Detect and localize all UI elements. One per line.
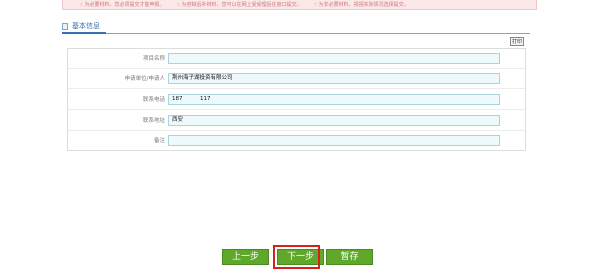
form-row-phone: 联系电话 187 117 [68,90,525,110]
project-name-label: 项目名称 [142,56,165,62]
star-icon: ☆ [176,2,181,8]
notice-item: ☆为容缺后补材料，您可以在网上受受理后在窗口提交。 [176,2,302,8]
star-icon: ☆ [79,2,84,8]
prev-step-button[interactable]: 上一步 [222,249,269,265]
address-input[interactable]: 西安 [168,115,500,126]
highlight-box [273,245,320,269]
save-draft-button[interactable]: 暂存 [326,249,373,265]
notice-item: ☆为非必要材料，视视实际情况选择提交。 [313,2,409,8]
document-icon [62,22,68,30]
tab-active-indicator [62,32,106,34]
phone-label: 联系电话 [142,97,165,103]
star-icon: ☆ [313,2,318,8]
notice-item: ☆为必要材料，您必须提交才能申报。 [79,2,165,8]
tab-divider [62,33,530,34]
form-row-remarks: 备注 [68,131,525,151]
form-row-applicant: 申请单位/申请人 荆州海子湖投资有限公司 [68,69,525,89]
phone-input[interactable]: 187 117 [168,94,500,105]
print-button[interactable]: 打印 [510,37,524,46]
notice-bar: ☆为必要材料，您必须提交才能申报。 ☆为容缺后补材料，您可以在网上受受理后在窗口… [62,0,537,10]
applicant-label: 申请单位/申请人 [124,76,165,82]
form-row-address: 联系地址 西安 [68,111,525,131]
project-name-input[interactable] [168,53,500,64]
remarks-input[interactable] [168,135,500,146]
remarks-label: 备注 [153,138,165,144]
address-label: 联系地址 [142,118,165,124]
basic-info-form: 项目名称 申请单位/申请人 荆州海子湖投资有限公司 联系电话 187 117 联… [67,48,526,151]
tab-basic-info[interactable]: 基本信息 [62,19,100,33]
tab-basic-info-label: 基本信息 [72,22,100,30]
applicant-input[interactable]: 荆州海子湖投资有限公司 [168,73,500,84]
form-row-project-name: 项目名称 [68,49,525,69]
